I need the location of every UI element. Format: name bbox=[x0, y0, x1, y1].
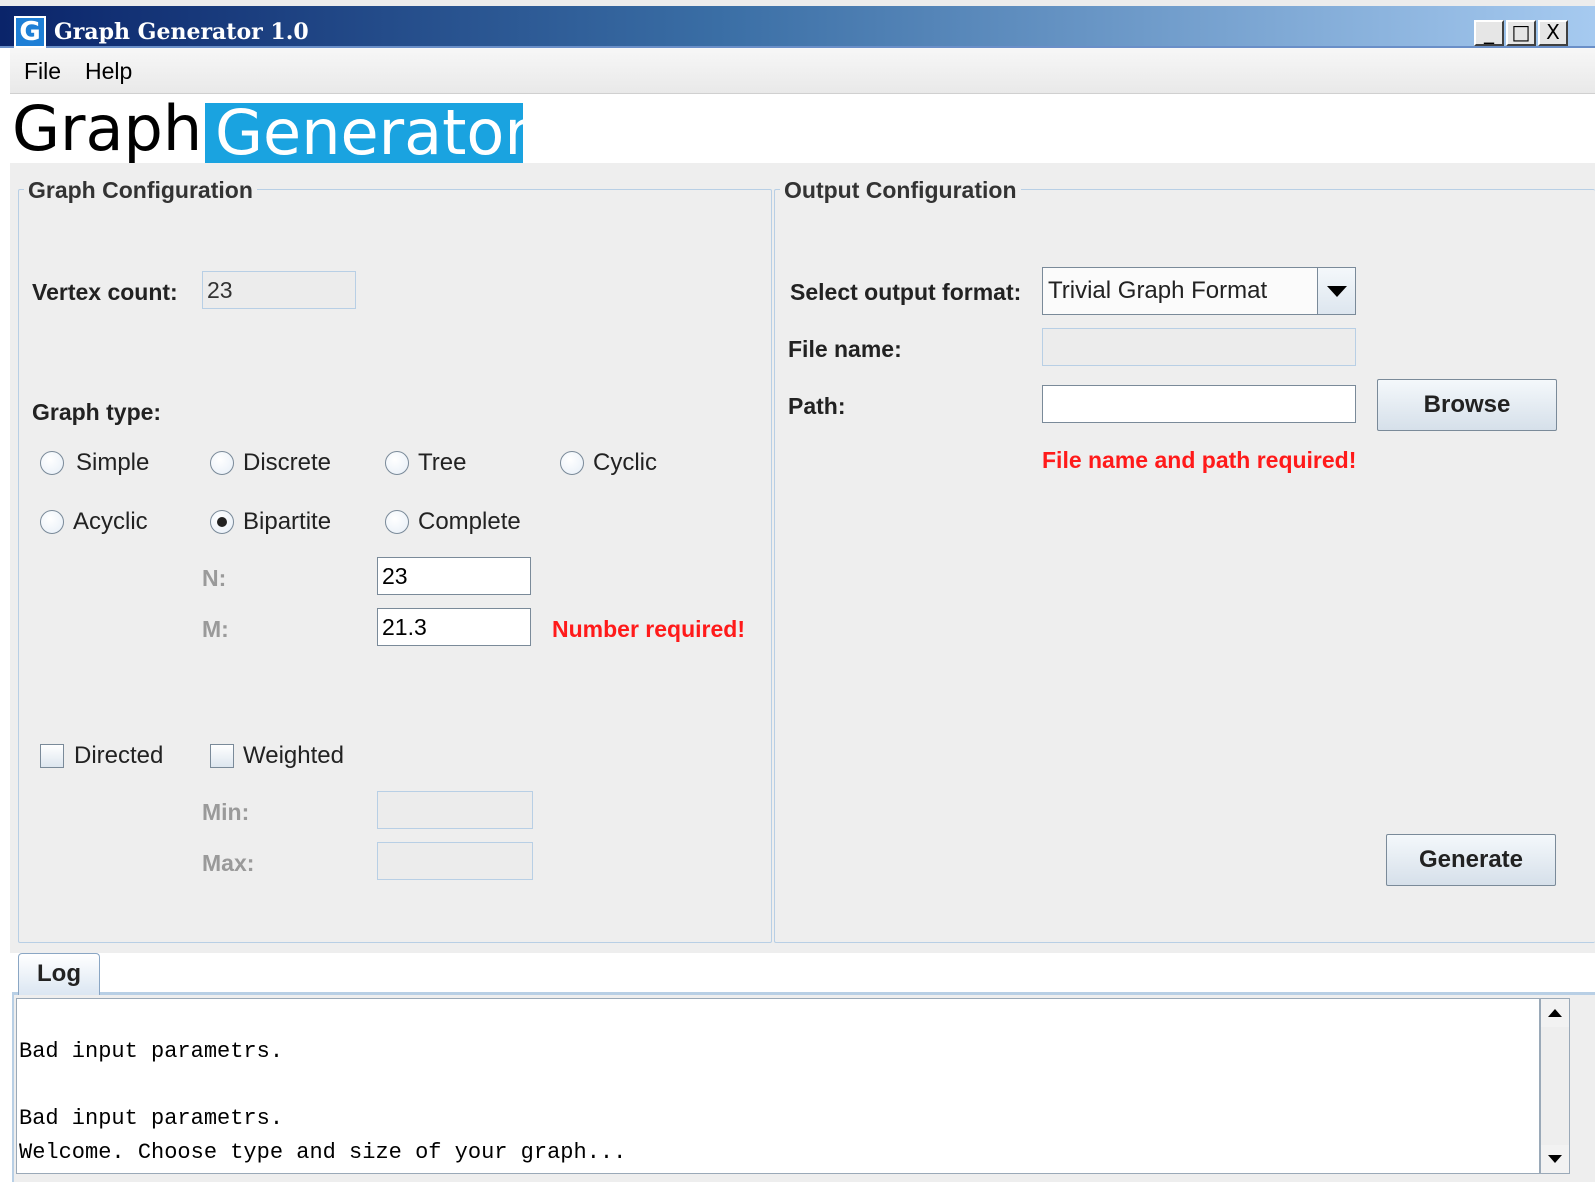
file-name-field[interactable] bbox=[1042, 328, 1356, 366]
scroll-down-button[interactable] bbox=[1541, 1145, 1569, 1173]
m-label: M: bbox=[202, 616, 229, 642]
graph-configuration-title: Graph Configuration bbox=[24, 175, 257, 205]
banner-generator-text: Generator bbox=[205, 102, 530, 164]
radio-discrete-label: Discrete bbox=[243, 449, 332, 476]
log-scrollbar[interactable] bbox=[1540, 998, 1570, 1174]
radio-cyclic[interactable] bbox=[560, 451, 584, 475]
path-label: Path: bbox=[788, 393, 846, 419]
scroll-up-button[interactable] bbox=[1541, 999, 1569, 1027]
output-configuration-title: Output Configuration bbox=[780, 175, 1021, 205]
banner: Graph Generator bbox=[10, 92, 1595, 165]
tab-log[interactable]: Log bbox=[18, 953, 100, 995]
generate-button[interactable]: Generate bbox=[1386, 834, 1556, 886]
radio-simple[interactable] bbox=[40, 451, 64, 475]
radio-cyclic-label: Cyclic bbox=[593, 449, 657, 476]
menu-bar: File Help bbox=[10, 48, 1595, 94]
log-line: Bad input parametrs. bbox=[19, 1106, 284, 1131]
radio-acyclic-label: Acyclic bbox=[73, 508, 148, 535]
vertex-count-field[interactable]: 23 bbox=[202, 271, 356, 309]
n-label: N: bbox=[202, 565, 227, 591]
max-field[interactable] bbox=[377, 842, 533, 880]
weighted-checkbox[interactable] bbox=[210, 744, 234, 768]
title-bar[interactable]: G Graph Generator 1.0 _ □ X bbox=[0, 0, 1595, 48]
chevron-down-icon bbox=[1327, 286, 1347, 297]
radio-discrete[interactable] bbox=[210, 451, 234, 475]
file-name-label: File name: bbox=[788, 336, 902, 362]
min-field[interactable] bbox=[377, 791, 533, 829]
dropdown-arrow-button[interactable] bbox=[1317, 268, 1355, 314]
max-label: Max: bbox=[202, 850, 255, 876]
menu-help[interactable]: Help bbox=[85, 54, 132, 88]
output-format-select[interactable]: Trivial Graph Format bbox=[1042, 267, 1356, 315]
arrow-down-icon bbox=[1548, 1155, 1562, 1163]
radio-tree-label: Tree bbox=[418, 449, 467, 476]
radio-tree[interactable] bbox=[385, 451, 409, 475]
graph-type-label: Graph type: bbox=[32, 399, 162, 425]
directed-label: Directed bbox=[74, 742, 164, 769]
output-error-message: File name and path required! bbox=[1042, 447, 1357, 473]
log-line: Welcome. Choose type and size of your gr… bbox=[19, 1140, 627, 1165]
maximize-button[interactable]: □ bbox=[1506, 20, 1536, 46]
n-field[interactable]: 23 bbox=[377, 557, 531, 595]
banner-graph-text: Graph bbox=[12, 92, 203, 165]
m-error-message: Number required! bbox=[552, 616, 745, 642]
min-label: Min: bbox=[202, 799, 250, 825]
radio-complete[interactable] bbox=[385, 510, 409, 534]
radio-complete-label: Complete bbox=[418, 508, 521, 535]
radio-bipartite[interactable] bbox=[210, 510, 234, 534]
vertex-count-label: Vertex count: bbox=[32, 279, 178, 305]
weighted-label: Weighted bbox=[243, 742, 344, 769]
browse-button[interactable]: Browse bbox=[1377, 379, 1557, 431]
menu-file[interactable]: File bbox=[24, 54, 61, 88]
radio-acyclic[interactable] bbox=[40, 510, 64, 534]
app-icon: G bbox=[14, 16, 46, 48]
m-field[interactable]: 21.3 bbox=[377, 608, 531, 646]
radio-bipartite-label: Bipartite bbox=[243, 508, 332, 535]
log-line: Bad input parametrs. bbox=[19, 1039, 284, 1064]
log-text-area[interactable]: Bad input parametrs. Bad input parametrs… bbox=[16, 998, 1540, 1174]
radio-simple-label: Simple bbox=[76, 449, 150, 476]
path-field[interactable] bbox=[1042, 385, 1356, 423]
directed-checkbox[interactable] bbox=[40, 744, 64, 768]
arrow-up-icon bbox=[1548, 1009, 1562, 1017]
output-format-label: Select output format: bbox=[790, 279, 1022, 305]
minimize-button[interactable]: _ bbox=[1474, 20, 1504, 46]
window-title: Graph Generator 1.0 bbox=[54, 19, 309, 45]
main-content: Graph Configuration Vertex count: 23 Gra… bbox=[10, 163, 1595, 953]
close-button[interactable]: X bbox=[1538, 20, 1568, 46]
output-format-value: Trivial Graph Format bbox=[1048, 277, 1268, 304]
